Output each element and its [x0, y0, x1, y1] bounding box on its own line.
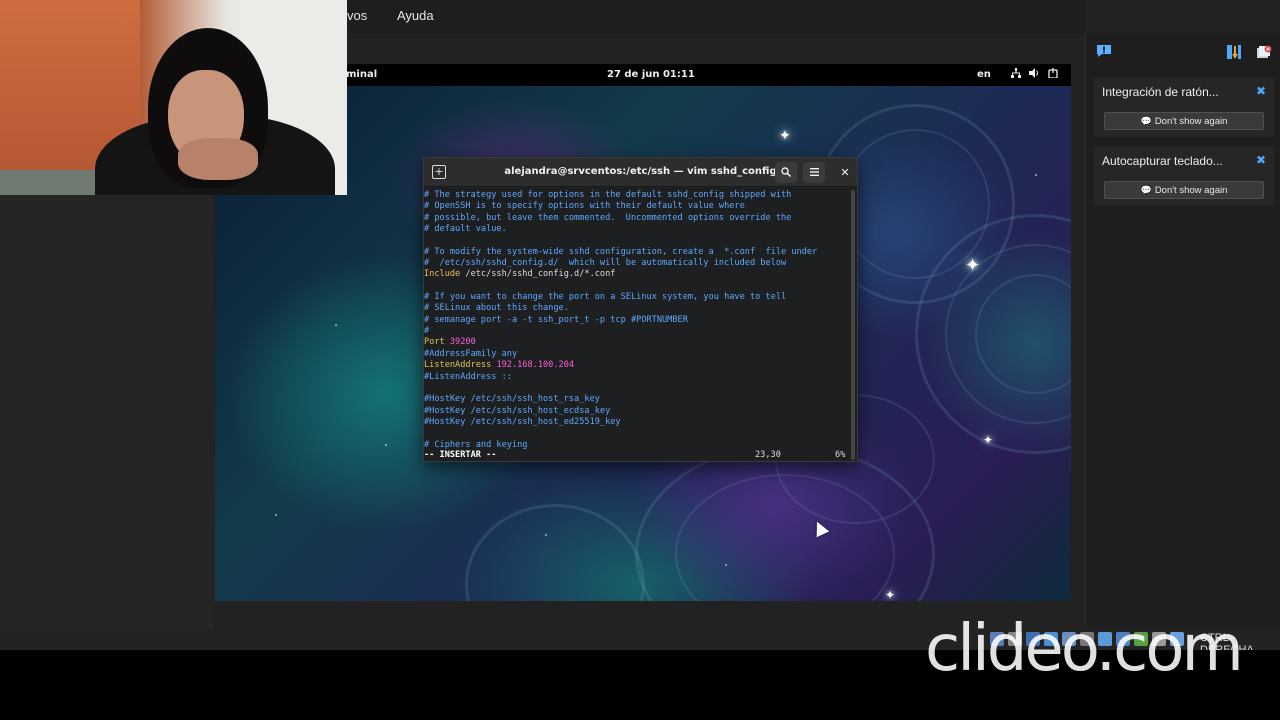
left-panel	[0, 195, 214, 650]
vim-line[interactable]: #	[424, 326, 857, 337]
config-text: # OpenSSH is to specify options with the…	[424, 201, 745, 212]
volume-icon	[1029, 68, 1040, 81]
chat-bubble-icon[interactable]	[1096, 44, 1112, 62]
config-text: # default value.	[424, 224, 507, 235]
wallpaper-speck	[335, 324, 337, 326]
config-text: # possible, but leave them commented. Un…	[424, 212, 792, 223]
config-text: # To modify the system-wide sshd configu…	[424, 246, 818, 257]
chat-bubble-icon: 💬	[1140, 185, 1152, 195]
notification-title: Autocapturar teclado...	[1102, 154, 1223, 168]
vim-line[interactable]: # /etc/ssh/sshd_config.d/ which will be …	[424, 258, 857, 269]
active-app-label[interactable]: minal	[346, 69, 377, 80]
menu-item-archivos[interactable]: vos	[347, 8, 367, 23]
sort-icon[interactable]	[1226, 44, 1242, 64]
webcam-person	[178, 138, 258, 180]
wallpaper-star: ✦	[965, 255, 981, 276]
config-text: #HostKey /etc/ssh/ssh_host_ed25519_key	[424, 416, 621, 427]
vim-line[interactable]: # default value.	[424, 224, 857, 235]
config-text: #HostKey /etc/ssh/ssh_host_ecdsa_key	[424, 405, 611, 416]
vim-mode-indicator: -- INSERTAR --	[424, 450, 497, 460]
wallpaper-speck	[1035, 174, 1037, 176]
power-icon	[1048, 68, 1058, 81]
close-icon[interactable]: ✖	[1256, 84, 1266, 98]
vim-line[interactable]: #HostKey /etc/ssh/ssh_host_rsa_key	[424, 394, 857, 405]
notification-keyboard-capture: Autocapturar teclado... ✖ 💬 Don't show ag…	[1094, 146, 1274, 206]
button-label: Don't show again	[1154, 185, 1228, 196]
wallpaper-speck	[545, 534, 547, 536]
vim-line[interactable]	[424, 428, 857, 439]
terminal-window[interactable]: + alejandra@srvcentos:/etc/ssh — vim ssh…	[423, 157, 858, 462]
dont-show-again-button[interactable]: 💬 Don't show again	[1104, 112, 1264, 130]
notification-panel-header	[1086, 34, 1280, 70]
wallpaper-star: ✦	[885, 588, 896, 601]
wallpaper-star: ✦	[983, 433, 994, 447]
vim-line[interactable]: Port 39200	[424, 337, 857, 348]
config-text: #AddressFamily any	[424, 348, 518, 359]
close-icon[interactable]: ✕	[834, 162, 856, 183]
config-keyword: ListenAddress	[424, 360, 492, 371]
vim-line[interactable]	[424, 235, 857, 246]
watermark-logo: clideo.com	[925, 612, 1244, 686]
config-keyword: Port	[424, 337, 445, 348]
config-text: # If you want to change the port on a SE…	[424, 292, 787, 303]
config-text: # Ciphers and keying	[424, 439, 528, 450]
config-value: 39200	[444, 337, 476, 348]
vim-line[interactable]: # OpenSSH is to specify options with the…	[424, 201, 857, 212]
wallpaper-speck	[275, 514, 277, 516]
vim-line[interactable]: #AddressFamily any	[424, 349, 857, 360]
notification-panel: Integración de ratón... ✖ 💬 Don't show ag…	[1085, 34, 1280, 628]
config-value: 192.168.100.204	[491, 360, 575, 371]
wallpaper-speck	[725, 564, 727, 566]
terminal-titlebar[interactable]: + alejandra@srvcentos:/etc/ssh — vim ssh…	[424, 158, 857, 187]
search-icon[interactable]	[775, 162, 797, 183]
wallpaper-swirl	[465, 504, 645, 601]
wallpaper-speck	[385, 444, 387, 446]
vim-line[interactable]: #HostKey /etc/ssh/ssh_host_ed25519_key	[424, 417, 857, 428]
config-text: #HostKey /etc/ssh/ssh_host_rsa_key	[424, 394, 600, 405]
close-icon[interactable]: ✖	[1256, 153, 1266, 167]
menu-item-ayuda[interactable]: Ayuda	[397, 8, 434, 23]
hamburger-menu-icon[interactable]	[803, 162, 825, 183]
vim-line[interactable]: Include /etc/ssh/sshd_config.d/*.conf	[424, 269, 857, 280]
clock[interactable]: 27 de jun 01:11	[607, 69, 695, 80]
vim-line[interactable]: ListenAddress 192.168.100.204	[424, 360, 857, 371]
notification-mouse-integration: Integración de ratón... ✖ 💬 Don't show ag…	[1094, 77, 1274, 137]
config-text: /etc/ssh/sshd_config.d/*.conf	[460, 269, 616, 280]
screen-recording: vos Ayuda ✦ ✦ ✦ ✦ minal 27 de jun 01:11 …	[0, 0, 1280, 720]
cursor-position: 23,30	[755, 450, 781, 460]
network-icon	[1011, 68, 1021, 81]
vim-line[interactable]	[424, 281, 857, 292]
vim-line[interactable]: # To modify the system-wide sshd configu…	[424, 247, 857, 258]
clear-notifications-icon[interactable]	[1256, 44, 1272, 64]
vim-line[interactable]	[424, 383, 857, 394]
chat-bubble-icon: 💬	[1140, 116, 1152, 126]
vim-line[interactable]: # If you want to change the port on a SE…	[424, 292, 857, 303]
config-text: # /etc/ssh/sshd_config.d/ which will be …	[424, 258, 787, 269]
vim-buffer[interactable]: # The strategy used for options in the d…	[424, 188, 857, 462]
keyboard-language[interactable]: en	[977, 69, 991, 80]
vim-line[interactable]: # SELinux about this change.	[424, 303, 857, 314]
vim-line[interactable]: # possible, but leave them commented. Un…	[424, 213, 857, 224]
button-label: Don't show again	[1154, 116, 1228, 127]
webcam-overlay	[0, 0, 347, 195]
system-tray[interactable]	[1011, 68, 1058, 81]
notification-title: Integración de ratón...	[1102, 85, 1219, 99]
vim-line[interactable]: # The strategy used for options in the d…	[424, 190, 857, 201]
vim-line[interactable]: #ListenAddress ::	[424, 372, 857, 383]
dont-show-again-button[interactable]: 💬 Don't show again	[1104, 181, 1264, 199]
config-text: # SELinux about this change.	[424, 303, 569, 314]
config-text: #	[424, 326, 430, 337]
config-text: #ListenAddress ::	[424, 371, 512, 382]
vim-line[interactable]: #HostKey /etc/ssh/ssh_host_ecdsa_key	[424, 406, 857, 417]
wallpaper-star: ✦	[779, 128, 791, 144]
config-text: # The strategy used for options in the d…	[424, 190, 792, 200]
terminal-scrollbar[interactable]	[851, 190, 855, 460]
file-percent: 6%	[835, 450, 846, 460]
config-keyword: Include	[424, 269, 461, 280]
config-text: # semanage port -a -t ssh_port_t -p tcp …	[424, 314, 688, 325]
vim-line[interactable]: # semanage port -a -t ssh_port_t -p tcp …	[424, 315, 857, 326]
